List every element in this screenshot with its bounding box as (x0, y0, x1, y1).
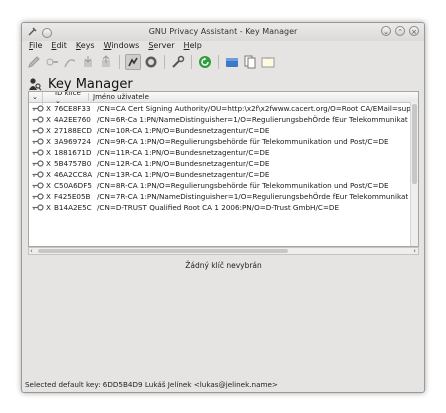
key-list[interactable]: ⌄ ID klíče ⌄ Jméno uživatele X 76CE8F33/C… (28, 91, 419, 247)
close-icon[interactable]: × (409, 26, 419, 36)
key-icon (29, 182, 46, 189)
column-header-name[interactable]: Jméno uživatele (88, 93, 418, 101)
vertical-scrollbar[interactable] (410, 102, 418, 246)
key-icon (29, 149, 46, 156)
clipboard-icon[interactable] (260, 54, 276, 70)
key-trust: X (46, 159, 51, 168)
delete-icon[interactable] (44, 54, 60, 70)
key-id: C50A6DF5 (54, 181, 92, 190)
toolbar-separator (164, 55, 165, 69)
page-title: Key Manager (48, 77, 133, 92)
edit-icon[interactable] (26, 54, 42, 70)
key-list-header: ⌄ ID klíče ⌄ Jméno uživatele (29, 92, 418, 105)
key-icon (29, 160, 46, 167)
key-icon (29, 116, 46, 123)
key-trust: X (46, 181, 51, 190)
preferences-icon[interactable] (170, 54, 186, 70)
key-user-name: /CN=12R-CA 1:PN/O=Bundesnetzagentur/C=DE (97, 159, 270, 168)
menu-server[interactable]: Server (148, 41, 174, 50)
status-bar: Selected default key: 6DD5B4D9 Lukáš Jel… (25, 380, 278, 389)
refresh-icon[interactable] (197, 54, 213, 70)
key-row[interactable]: X 4A2EE760/CN=6R-Ca 1:PN/NameDistinguishe… (29, 114, 418, 125)
key-row[interactable]: X F425E05B/CN=7R-CA 1:PN/NameDistinguishe… (29, 191, 418, 202)
key-trust: X (46, 170, 51, 179)
key-icon (29, 193, 46, 200)
key-id: 27188ECD (54, 126, 92, 135)
vertical-scroll-thumb[interactable] (412, 104, 417, 184)
key-trust: X (46, 137, 51, 146)
export-icon[interactable] (98, 54, 114, 70)
key-icon (29, 204, 46, 211)
import-icon[interactable] (80, 54, 96, 70)
brief-view-icon[interactable] (125, 54, 141, 70)
key-icon (29, 138, 46, 145)
horizontal-scroll-thumb[interactable] (38, 249, 288, 253)
sort-chevron-icon[interactable]: ⌄ (29, 93, 42, 101)
key-id: 4A2EE760 (54, 115, 91, 124)
menu-help[interactable]: Help (184, 41, 202, 50)
key-row[interactable]: X 27188ECD/CN=10R-CA 1:PN/O=Bundesnetzage… (29, 125, 418, 136)
key-user-name: /CN=7R-CA 1:PN/NameDistinguisher=1/O=Reg… (97, 192, 409, 201)
key-id: 5B4757B0 (54, 159, 92, 168)
key-id: F425E05B (54, 192, 91, 201)
menu-bar: File Edit Keys Windows Server Help (22, 39, 424, 52)
key-trust: X (46, 126, 51, 135)
key-user-name: /CN=D-TRUST Qualified Root CA 1 2006:PN/… (97, 203, 340, 212)
key-user-name: /CN=13R-CA 1:PN/O=Bundesnetzagentur/C=DE (97, 170, 270, 179)
key-user-name: /CN=6R-Ca 1:PN/NameDistinguisher=1/O=Reg… (97, 115, 408, 124)
scroll-right-icon[interactable]: › (413, 247, 416, 255)
detail-view-icon[interactable] (143, 54, 159, 70)
key-icon (29, 171, 46, 178)
key-user-name: /CN=11R-CA 1:PN/O=Bundesnetzagentur/C=DE (97, 148, 270, 157)
key-trust: X (46, 104, 51, 113)
key-user-name: /CN=8R-CA 1:PN/O=Regulierungsbehörde für… (97, 181, 389, 190)
toolbar-separator (191, 55, 192, 69)
key-row[interactable]: X B14A2E5C/CN=D-TRUST Qualified Root CA 1… (29, 202, 418, 213)
key-icon (29, 105, 46, 112)
app-window: GNU Privacy Assistant - Key Manager ⌄ ⌃ … (21, 22, 425, 393)
window-title: GNU Privacy Assistant - Key Manager (148, 27, 298, 36)
key-row[interactable]: X 3A969724/CN=9R-CA 1:PN/O=Regulierungsbe… (29, 136, 418, 147)
key-trust: X (46, 115, 51, 124)
maximize-icon[interactable]: ⌃ (395, 26, 405, 36)
menu-windows[interactable]: Windows (104, 41, 140, 50)
toolbar-separator (119, 55, 120, 69)
keyring-icon[interactable] (224, 54, 240, 70)
key-row[interactable]: X 5B4757B0/CN=12R-CA 1:PN/O=Bundesnetzage… (29, 158, 418, 169)
key-user-name: /CN=CA Cert Signing Authority/OU=http:\x… (97, 104, 411, 113)
menu-edit[interactable]: Edit (51, 41, 67, 50)
key-user-name: /CN=9R-CA 1:PN/O=Regulierungsbehörde für… (97, 137, 389, 146)
key-icon (29, 127, 46, 134)
key-id: 46A2CC8A (54, 170, 93, 179)
key-id: 1881671D (54, 148, 92, 157)
key-details-placeholder: Žádný klíč nevybrán (185, 261, 262, 270)
key-trust: X (46, 148, 51, 157)
key-id: 3A969724 (54, 137, 91, 146)
menu-file[interactable]: File (29, 41, 42, 50)
toolbar-separator (218, 55, 219, 69)
key-row[interactable]: X 1881671D/CN=11R-CA 1:PN/O=Bundesnetzage… (29, 147, 418, 158)
key-user-name: /CN=10R-CA 1:PN/O=Bundesnetzagentur/C=DE (97, 126, 270, 135)
key-trust: X (46, 203, 51, 212)
menu-keys[interactable]: Keys (76, 41, 95, 50)
scroll-left-icon[interactable]: ‹ (30, 247, 33, 255)
key-id: 76CE8F33 (54, 104, 91, 113)
key-row[interactable]: X 46A2CC8A/CN=13R-CA 1:PN/O=Bundesnetzage… (29, 169, 418, 180)
key-trust: X (46, 192, 51, 201)
key-id: B14A2E5C (54, 203, 92, 212)
key-row[interactable]: X 76CE8F33/CN=CA Cert Signing Authority/O… (29, 103, 418, 114)
minimize-icon[interactable]: ⌄ (381, 26, 391, 36)
column-header-id[interactable]: ID klíče ⌄ (42, 92, 88, 105)
key-row[interactable]: X C50A6DF5/CN=8R-CA 1:PN/O=Regulierungsbe… (29, 180, 418, 191)
sign-icon[interactable] (62, 54, 78, 70)
files-icon[interactable] (242, 54, 258, 70)
horizontal-scrollbar[interactable]: ‹ › (28, 247, 419, 255)
toolbar (26, 52, 420, 72)
